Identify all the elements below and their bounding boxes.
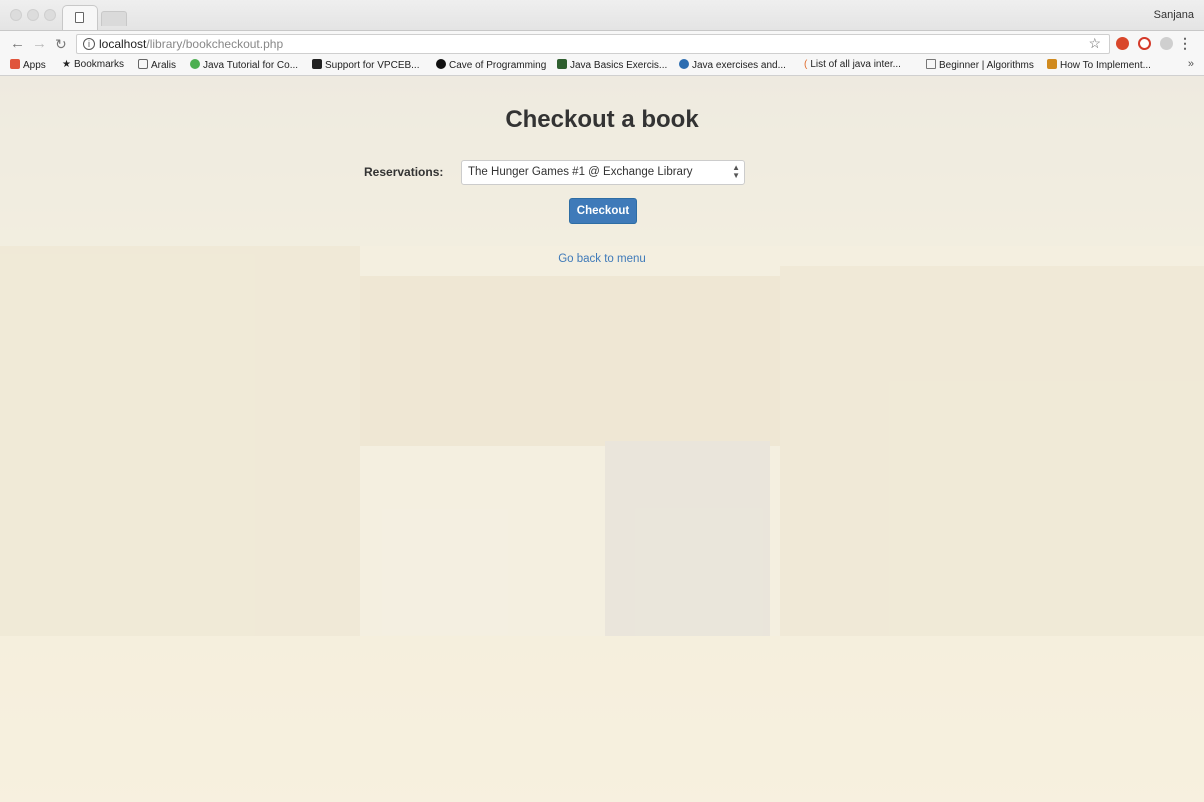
bookmark-star-icon[interactable]: ☆	[1088, 35, 1101, 52]
bookmark-label: Beginner | Algorithms	[939, 60, 1034, 71]
bookmark-item[interactable]: Support for VPCEB...	[312, 59, 420, 71]
bookmark-label: Aralis	[151, 60, 177, 71]
forward-arrow-icon[interactable]: →	[32, 35, 47, 53]
url-host: localhost	[99, 37, 147, 51]
flame-icon: (	[804, 59, 808, 70]
maximize-window-icon[interactable]	[44, 9, 56, 21]
bookmark-label: Cave of Programming	[449, 60, 547, 71]
reservations-select[interactable]: The Hunger Games #1 @ Exchange Library ▲…	[461, 160, 745, 185]
bookmark-item[interactable]: Cave of Programming	[436, 59, 546, 71]
cloud-extension-icon[interactable]	[1160, 37, 1173, 50]
back-to-menu-text[interactable]: Go back to menu	[558, 253, 646, 265]
bookmark-label: Java Tutorial for Co...	[203, 60, 299, 71]
page-icon	[926, 59, 936, 69]
bookmark-item[interactable]: Java exercises and...	[679, 59, 786, 71]
browser-titlebar: Sanjana	[0, 0, 1204, 31]
exercises-icon	[557, 59, 567, 69]
sony-icon	[312, 59, 322, 69]
browser-tab[interactable]	[62, 5, 98, 31]
info-icon[interactable]: i	[83, 38, 95, 50]
chrome-menu-icon[interactable]: ⋮	[1178, 35, 1192, 52]
browser-toolbar: ← → ↻ i localhost/library/bookcheckout.p…	[0, 30, 1204, 58]
folder-icon	[138, 59, 148, 69]
address-bar[interactable]: i localhost/library/bookcheckout.php ☆	[76, 34, 1110, 54]
select-arrows-icon: ▲ ▼	[732, 163, 740, 180]
selected-reservation: The Hunger Games #1 @ Exchange Library	[468, 166, 693, 178]
globe-icon	[679, 59, 689, 69]
url-text[interactable]: localhost/library/bookcheckout.php	[99, 37, 283, 51]
adblock-icon[interactable]	[1116, 37, 1129, 50]
bookmark-item[interactable]: Apps	[10, 59, 46, 71]
bookmark-item[interactable]: (List of all java inter...	[804, 59, 901, 70]
back-arrow-icon[interactable]: ←	[10, 35, 25, 53]
yin-yang-icon	[436, 59, 446, 69]
bookmark-item[interactable]: Java Tutorial for Co...	[190, 59, 298, 71]
bookmark-label: Bookmarks	[73, 59, 124, 70]
bookmark-label: Java Basics Exercis...	[570, 60, 668, 71]
url-path: /library/bookcheckout.php	[146, 37, 284, 51]
bookmark-item[interactable]: ★ Bookmarks	[62, 59, 124, 70]
bookmark-label: List of all java inter...	[810, 59, 901, 70]
bookmark-item[interactable]: How To Implement...	[1047, 59, 1151, 71]
bookmark-label: Support for VPCEB...	[325, 60, 420, 71]
star-icon: ★	[62, 59, 71, 70]
hackerearth-icon	[1047, 59, 1057, 69]
back-to-menu-link: Go back to menu	[0, 253, 1204, 265]
close-window-icon[interactable]	[10, 9, 22, 21]
bookmark-item[interactable]: Java Basics Exercis...	[557, 59, 667, 71]
bookmark-label: How To Implement...	[1060, 60, 1151, 71]
page-icon	[75, 12, 84, 23]
apps-grid-icon	[10, 59, 20, 69]
page-viewport: Checkout a book Reservations: The Hunger…	[0, 76, 1204, 802]
page-title: Checkout a book	[505, 106, 699, 133]
checkout-button[interactable]: Checkout	[569, 198, 637, 224]
bookmark-item[interactable]: Beginner | Algorithms	[926, 59, 1034, 71]
udemy-icon	[190, 59, 200, 69]
opera-icon[interactable]	[1138, 37, 1151, 50]
bookmark-label: Java exercises and...	[692, 60, 786, 71]
reservations-label: Reservations:	[364, 165, 444, 179]
profile-name[interactable]: Sanjana	[1154, 9, 1194, 21]
more-bookmarks-icon[interactable]: »	[1188, 58, 1194, 70]
new-tab-button[interactable]	[101, 11, 127, 26]
minimize-window-icon[interactable]	[27, 9, 39, 21]
bookmark-label: Apps	[23, 60, 46, 71]
bookmark-item[interactable]: Aralis	[138, 59, 176, 71]
reload-icon[interactable]: ↻	[55, 35, 67, 53]
bookmarks-bar: Apps ★ Bookmarks Aralis Java Tutorial for…	[0, 57, 1204, 76]
